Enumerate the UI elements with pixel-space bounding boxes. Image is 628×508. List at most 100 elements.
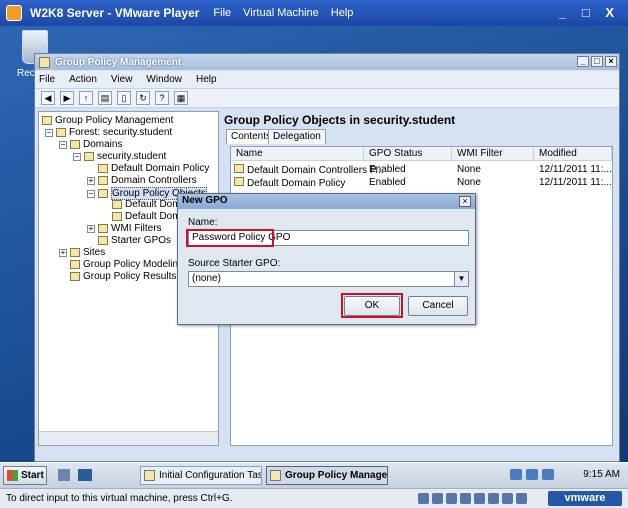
taskbar: Start Initial Configuration Tasks Group …: [0, 462, 628, 488]
forest-icon: [56, 128, 66, 137]
menu-file[interactable]: File: [39, 74, 55, 85]
vm-window-controls[interactable]: _ □ X: [559, 5, 620, 20]
ok-button[interactable]: OK: [344, 296, 400, 316]
tree-node-wmi-filters[interactable]: + WMI Filters: [87, 223, 162, 234]
floppy-icon[interactable]: [446, 493, 457, 504]
tree-node-gpm-root[interactable]: Group Policy Management: [42, 115, 173, 126]
tree-node-domain[interactable]: − security.student: [73, 151, 166, 162]
start-button[interactable]: Start: [3, 466, 47, 485]
collapse-icon[interactable]: −: [73, 152, 81, 161]
tree-label: WMI Filters: [111, 223, 162, 234]
new-gpo-dialog: New GPO × Name: Password Policy GPO Sour…: [177, 193, 476, 325]
tree-node-starter-gpos[interactable]: Starter GPOs: [98, 235, 171, 246]
clock[interactable]: 9:15 AM: [583, 469, 620, 480]
column-header-modified[interactable]: Modified: [534, 147, 612, 161]
forward-arrow-icon[interactable]: ▶: [60, 91, 74, 105]
taskbar-item-initial-config[interactable]: Initial Configuration Tasks: [140, 466, 262, 485]
cancel-button[interactable]: Cancel: [408, 296, 468, 316]
vm-menu-help[interactable]: Help: [331, 7, 354, 19]
minimize-button[interactable]: _: [577, 56, 589, 67]
menu-view[interactable]: View: [111, 74, 133, 85]
menu-action[interactable]: Action: [69, 74, 97, 85]
tree-node-default-domain-policy[interactable]: Default Domain Policy: [98, 163, 209, 174]
close-button[interactable]: ×: [605, 56, 617, 67]
cell-wmi: None: [457, 164, 481, 175]
powershell-icon[interactable]: [78, 469, 92, 481]
tree-horizontal-scrollbar[interactable]: [39, 431, 218, 445]
action-center-icon[interactable]: [526, 469, 538, 480]
hard-disk-icon[interactable]: [418, 493, 429, 504]
server-manager-icon[interactable]: [58, 469, 70, 481]
cd-drive-icon[interactable]: [432, 493, 443, 504]
tree-label: security.student: [97, 151, 167, 162]
tree-node-gp-modeling[interactable]: Group Policy Modeling: [70, 259, 184, 270]
chevron-down-icon[interactable]: ▼: [454, 272, 468, 286]
starter-gpo-value: (none): [192, 273, 221, 284]
task-label: Group Policy Manage...: [285, 470, 388, 481]
tree-node-gpo-2[interactable]: Default Doma: [112, 211, 186, 222]
column-header-wmi-filter[interactable]: WMI Filter: [452, 147, 534, 161]
refresh-icon[interactable]: ↻: [136, 91, 150, 105]
tree-label: Sites: [83, 247, 106, 258]
gpo-icon: [112, 212, 122, 221]
cell-modified: 12/11/2011 11:...: [539, 177, 612, 188]
vmware-logo: vmware: [548, 491, 622, 506]
vmware-app-icon: [6, 5, 22, 21]
menu-help[interactable]: Help: [196, 74, 217, 85]
gpm-icon: [42, 116, 52, 125]
table-row[interactable]: Default Domain Policy: [234, 177, 345, 189]
gpo-icon: [112, 200, 122, 209]
dialog-close-icon[interactable]: ×: [459, 196, 471, 207]
vm-menu-virtual-machine[interactable]: Virtual Machine: [243, 7, 319, 19]
vmware-title-bar: W2K8 Server - VMware Player File Virtual…: [0, 0, 628, 26]
tree-node-domains[interactable]: − Domains: [59, 139, 122, 150]
device-icons: [418, 493, 527, 504]
menu-window[interactable]: Window: [146, 74, 182, 85]
collapse-icon[interactable]: −: [87, 189, 95, 198]
back-arrow-icon[interactable]: ◀: [41, 91, 55, 105]
column-header-name[interactable]: Name: [231, 147, 364, 161]
expand-icon[interactable]: +: [59, 248, 67, 257]
message-icon[interactable]: [516, 493, 527, 504]
results-icon: [70, 272, 80, 281]
tree-node-gp-results[interactable]: Group Policy Results: [70, 271, 176, 282]
cell-modified: 12/11/2011 11:...: [539, 164, 612, 175]
gpo-icon: [234, 164, 244, 173]
usb-icon[interactable]: [474, 493, 485, 504]
starter-gpo-select[interactable]: (none) ▼: [188, 271, 469, 287]
tree-label: Starter GPOs: [111, 235, 172, 246]
start-label: Start: [21, 470, 44, 481]
expand-icon[interactable]: +: [87, 224, 95, 233]
up-folder-icon[interactable]: ↑: [79, 91, 93, 105]
show-tree-icon[interactable]: ▤: [98, 91, 112, 105]
tab-delegation[interactable]: Delegation: [268, 129, 326, 144]
network-adapter-icon[interactable]: [460, 493, 471, 504]
column-header-gpo-status[interactable]: GPO Status: [364, 147, 452, 161]
tree-node-sites[interactable]: + Sites: [59, 247, 105, 258]
help-icon[interactable]: ?: [155, 91, 169, 105]
collapse-icon[interactable]: −: [59, 140, 67, 149]
tree-node-domain-controllers[interactable]: + Domain Controllers: [87, 175, 197, 186]
maximize-button[interactable]: □: [591, 56, 603, 67]
gpmc-icon: [270, 470, 281, 481]
console-icon[interactable]: ▦: [174, 91, 188, 105]
domain-icon: [84, 152, 94, 161]
printer-icon[interactable]: [502, 493, 513, 504]
tree-label: Default Domain Policy: [111, 163, 210, 174]
windows-logo-icon: [7, 470, 18, 481]
tree-node-forest[interactable]: − Forest: security.student: [45, 127, 172, 138]
starter-gpo-label: Source Starter GPO:: [188, 258, 281, 269]
results-pane-title: Group Policy Objects in security.student: [224, 113, 456, 127]
vm-menu-file[interactable]: File: [213, 7, 231, 19]
properties-icon[interactable]: ▯: [117, 91, 131, 105]
collapse-icon[interactable]: −: [45, 128, 53, 137]
network-icon[interactable]: [510, 469, 522, 480]
taskbar-item-gpmc[interactable]: Group Policy Manage...: [266, 466, 388, 485]
table-row[interactable]: Default Domain Controllers P...: [234, 164, 384, 176]
volume-icon[interactable]: [542, 469, 554, 480]
gpmc-toolbar: ◀ ▶ ↑ ▤ ▯ ↻ ? ▦: [35, 88, 619, 108]
expand-icon[interactable]: +: [87, 176, 95, 185]
sound-icon[interactable]: [488, 493, 499, 504]
tree-node-gpo-1[interactable]: Default Doma: [112, 199, 186, 210]
tree-label: Domains: [83, 139, 123, 150]
